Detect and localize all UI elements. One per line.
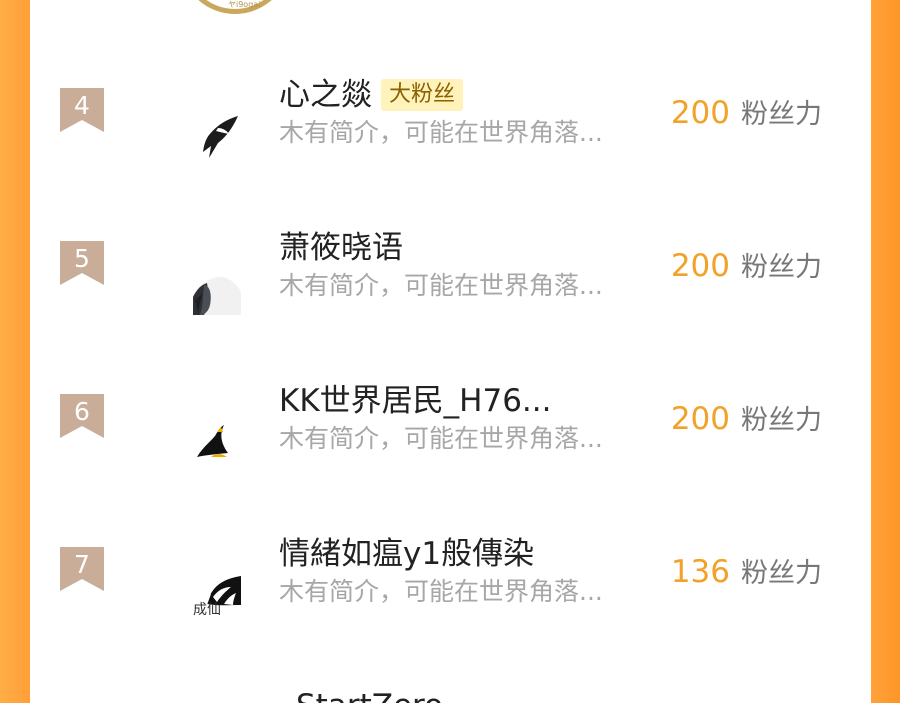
fan-power-score: 200 粉丝力	[671, 249, 822, 285]
user-intro: 木有简介，可能在世界角落...	[279, 271, 603, 300]
rank-number: 7	[74, 550, 90, 579]
portrait-icon[interactable]	[193, 267, 241, 315]
user-name-line: 萧筱晓语	[279, 230, 403, 266]
user-name[interactable]: 萧筱晓语	[279, 231, 403, 265]
user-name-line: 情緒如瘟y1般傳染	[279, 536, 534, 572]
ranking-row-6[interactable]: 6 KK世界居民_H76... 木有简介，可能在世界角落... 200 粉丝力	[30, 350, 871, 503]
fan-power-unit: 粉丝力	[741, 558, 822, 589]
rank-badge-4: 4	[60, 88, 104, 132]
fan-power-value: 200	[670, 248, 730, 284]
avatar-caption: 成仙	[193, 602, 221, 618]
ranking-row-7[interactable]: 7 成仙 情緒如瘟y1般傳染 木有简介，可能在世界角落... 136 粉丝力	[30, 503, 871, 656]
user-intro: 木有简介，可能在世界角落...	[279, 118, 603, 147]
user-name-line: KK世界居民_H76...	[279, 383, 551, 419]
rank-badge-5: 5	[60, 241, 104, 285]
previous-user-avatar-tag: ヤi9ogai	[228, 0, 261, 9]
fan-power-unit: 粉丝力	[741, 252, 822, 283]
rank-badge-6: 6	[60, 394, 104, 438]
rank-number: 4	[74, 91, 90, 120]
user-name[interactable]: 情緒如瘟y1般傳染	[279, 537, 534, 571]
fan-level-badge: 大粉丝	[381, 79, 464, 111]
user-name-line: 心之燚 大粉丝	[279, 77, 464, 113]
rank-badge-7: 7	[60, 547, 104, 591]
next-user-name-partial[interactable]: StartZero	[296, 689, 443, 703]
black-bird-icon	[203, 116, 238, 158]
fan-power-unit: 粉丝力	[741, 405, 822, 436]
rank-number: 6	[74, 397, 90, 426]
fan-power-value: 200	[670, 95, 730, 131]
user-name[interactable]: KK世界居民_H76...	[279, 384, 551, 418]
fan-ranking-panel: ヤi9ogai 4 心之燚 大粉丝 木有简介，可能在世界角落... 200 粉丝…	[30, 0, 871, 703]
fan-power-unit: 粉丝力	[741, 99, 822, 130]
fan-power-score: 136 粉丝力	[671, 555, 822, 591]
user-intro: 木有简介，可能在世界角落...	[279, 577, 603, 606]
portrait-icon	[193, 276, 241, 315]
rank-number: 5	[74, 244, 90, 273]
black-ink-figure-icon	[197, 425, 228, 457]
user-intro: 木有简介，可能在世界角落...	[279, 424, 603, 453]
black-ink-figure-icon[interactable]	[193, 422, 241, 460]
chenxian-avatar-icon[interactable]: 成仙	[193, 575, 241, 621]
black-bird-icon[interactable]	[193, 116, 241, 158]
fan-power-score: 200 粉丝力	[671, 402, 822, 438]
fan-power-score: 200 粉丝力	[671, 96, 822, 132]
ranking-row-4[interactable]: 4 心之燚 大粉丝 木有简介，可能在世界角落... 200 粉丝力	[30, 44, 871, 197]
fan-power-value: 136	[670, 554, 730, 590]
ranking-row-5[interactable]: 5 萧筱晓语 木有简介，可能在世界角落... 200 粉丝力	[30, 197, 871, 350]
fan-power-value: 200	[670, 401, 730, 437]
user-name[interactable]: 心之燚	[279, 78, 372, 112]
